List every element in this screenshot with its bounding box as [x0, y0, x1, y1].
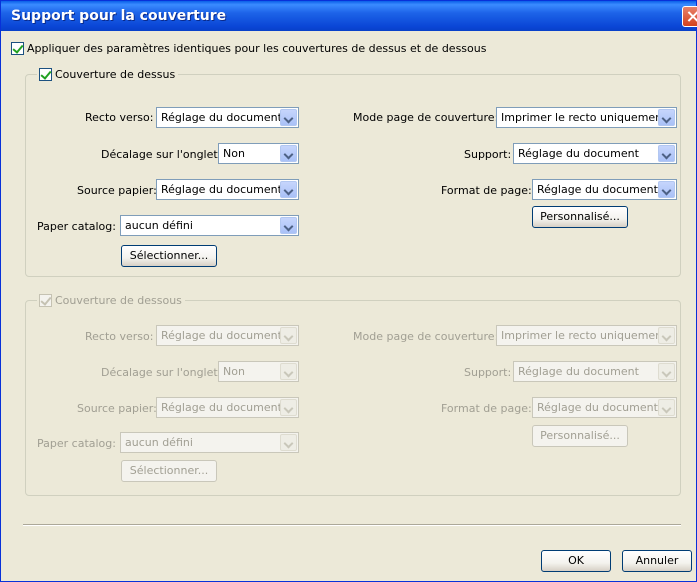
bottom-media-label: Support:	[464, 366, 512, 379]
bottom-cover-mode-select[interactable]: Imprimer le recto uniquement	[496, 325, 677, 346]
bottom-cover-legend: Couverture de dessous	[37, 293, 185, 307]
bottom-paper-source-value: Réglage du document	[161, 401, 282, 414]
bottom-paper-catalog-label: Paper catalog:	[37, 437, 116, 450]
chevron-down-icon[interactable]	[280, 327, 297, 344]
top-paper-catalog-value: aucun défini	[125, 219, 193, 232]
top-cover-checkbox[interactable]	[39, 67, 52, 81]
window-title: Support pour la couverture	[11, 8, 227, 24]
apply-same-checkbox[interactable]	[11, 42, 24, 55]
bottom-cover-mode-label: Mode page de couverture:	[353, 330, 499, 343]
chevron-down-icon[interactable]	[280, 109, 297, 126]
top-select-button[interactable]: Sélectionner...	[121, 245, 217, 267]
bottom-paper-source-select[interactable]: Réglage du document	[156, 397, 299, 418]
ok-button[interactable]: OK	[541, 550, 611, 572]
chevron-down-icon[interactable]	[658, 109, 675, 126]
chevron-down-icon[interactable]	[658, 363, 675, 380]
cancel-button[interactable]: Annuler	[622, 550, 692, 572]
bottom-media-select[interactable]: Réglage du document	[513, 361, 677, 382]
bottom-tab-shift-select[interactable]: Non	[218, 361, 299, 382]
top-cover-legend-label: Couverture de dessus	[55, 67, 176, 81]
top-cover-mode-select[interactable]: Imprimer le recto uniquement	[496, 107, 677, 128]
footer-separator	[23, 524, 681, 526]
top-paper-catalog-label: Paper catalog:	[37, 220, 116, 233]
top-page-size-value: Réglage du document	[537, 183, 658, 196]
bottom-paper-catalog-select[interactable]: aucun défini	[120, 432, 299, 453]
top-paper-source-label: Source papier:	[77, 184, 157, 197]
chevron-down-icon[interactable]	[280, 181, 297, 198]
chevron-down-icon[interactable]	[280, 434, 297, 451]
top-page-size-label: Format de page:	[441, 184, 532, 197]
chevron-down-icon[interactable]	[280, 145, 297, 162]
apply-same-label: Appliquer des paramètres identiques pour…	[27, 42, 487, 55]
chevron-down-icon[interactable]	[658, 181, 675, 198]
top-tab-shift-select[interactable]: Non	[218, 143, 299, 164]
bottom-paper-catalog-value: aucun défini	[125, 436, 193, 449]
top-tab-shift-label: Décalage sur l'onglet:	[101, 148, 222, 161]
bottom-custom-button[interactable]: Personnalisé...	[532, 425, 628, 447]
top-tab-shift-value: Non	[223, 147, 245, 160]
bottom-tab-shift-label: Décalage sur l'onglet:	[101, 366, 222, 379]
top-duplex-value: Réglage du document	[161, 111, 282, 124]
bottom-duplex-select[interactable]: Réglage du document	[156, 325, 299, 346]
top-paper-source-select[interactable]: Réglage du document	[156, 179, 299, 200]
bottom-page-size-value: Réglage du document	[537, 401, 658, 414]
top-duplex-select[interactable]: Réglage du document	[156, 107, 299, 128]
bottom-page-size-label: Format de page:	[441, 402, 532, 415]
top-page-size-select[interactable]: Réglage du document	[532, 179, 677, 200]
title-bar: Support pour la couverture	[1, 1, 696, 31]
chevron-down-icon[interactable]	[658, 327, 675, 344]
bottom-duplex-value: Réglage du document	[161, 329, 282, 342]
bottom-media-value: Réglage du document	[518, 365, 639, 378]
top-media-label: Support:	[464, 148, 512, 161]
bottom-duplex-label: Recto verso:	[85, 330, 154, 343]
chevron-down-icon[interactable]	[658, 145, 675, 162]
top-cover-mode-value: Imprimer le recto uniquement	[501, 111, 667, 124]
chevron-down-icon[interactable]	[280, 399, 297, 416]
chevron-down-icon[interactable]	[280, 217, 297, 234]
top-media-select[interactable]: Réglage du document	[513, 143, 677, 164]
bottom-cover-mode-value: Imprimer le recto uniquement	[501, 329, 667, 342]
top-duplex-label: Recto verso:	[85, 111, 154, 124]
top-cover-legend: Couverture de dessus	[37, 67, 179, 81]
bottom-tab-shift-value: Non	[223, 365, 245, 378]
bottom-cover-checkbox[interactable]	[39, 293, 52, 307]
top-media-value: Réglage du document	[518, 147, 639, 160]
dialog-window: Support pour la couverture Appliquer des…	[0, 0, 697, 582]
close-icon[interactable]	[682, 6, 697, 27]
bottom-cover-legend-label: Couverture de dessous	[55, 293, 182, 307]
top-paper-catalog-select[interactable]: aucun défini	[120, 215, 299, 236]
bottom-select-button[interactable]: Sélectionner...	[121, 460, 217, 482]
top-custom-button[interactable]: Personnalisé...	[532, 206, 628, 228]
top-cover-mode-label: Mode page de couverture:	[353, 111, 499, 124]
bottom-page-size-select[interactable]: Réglage du document	[532, 397, 677, 418]
top-paper-source-value: Réglage du document	[161, 183, 282, 196]
chevron-down-icon[interactable]	[658, 399, 675, 416]
bottom-paper-source-label: Source papier:	[77, 402, 157, 415]
chevron-down-icon[interactable]	[280, 363, 297, 380]
